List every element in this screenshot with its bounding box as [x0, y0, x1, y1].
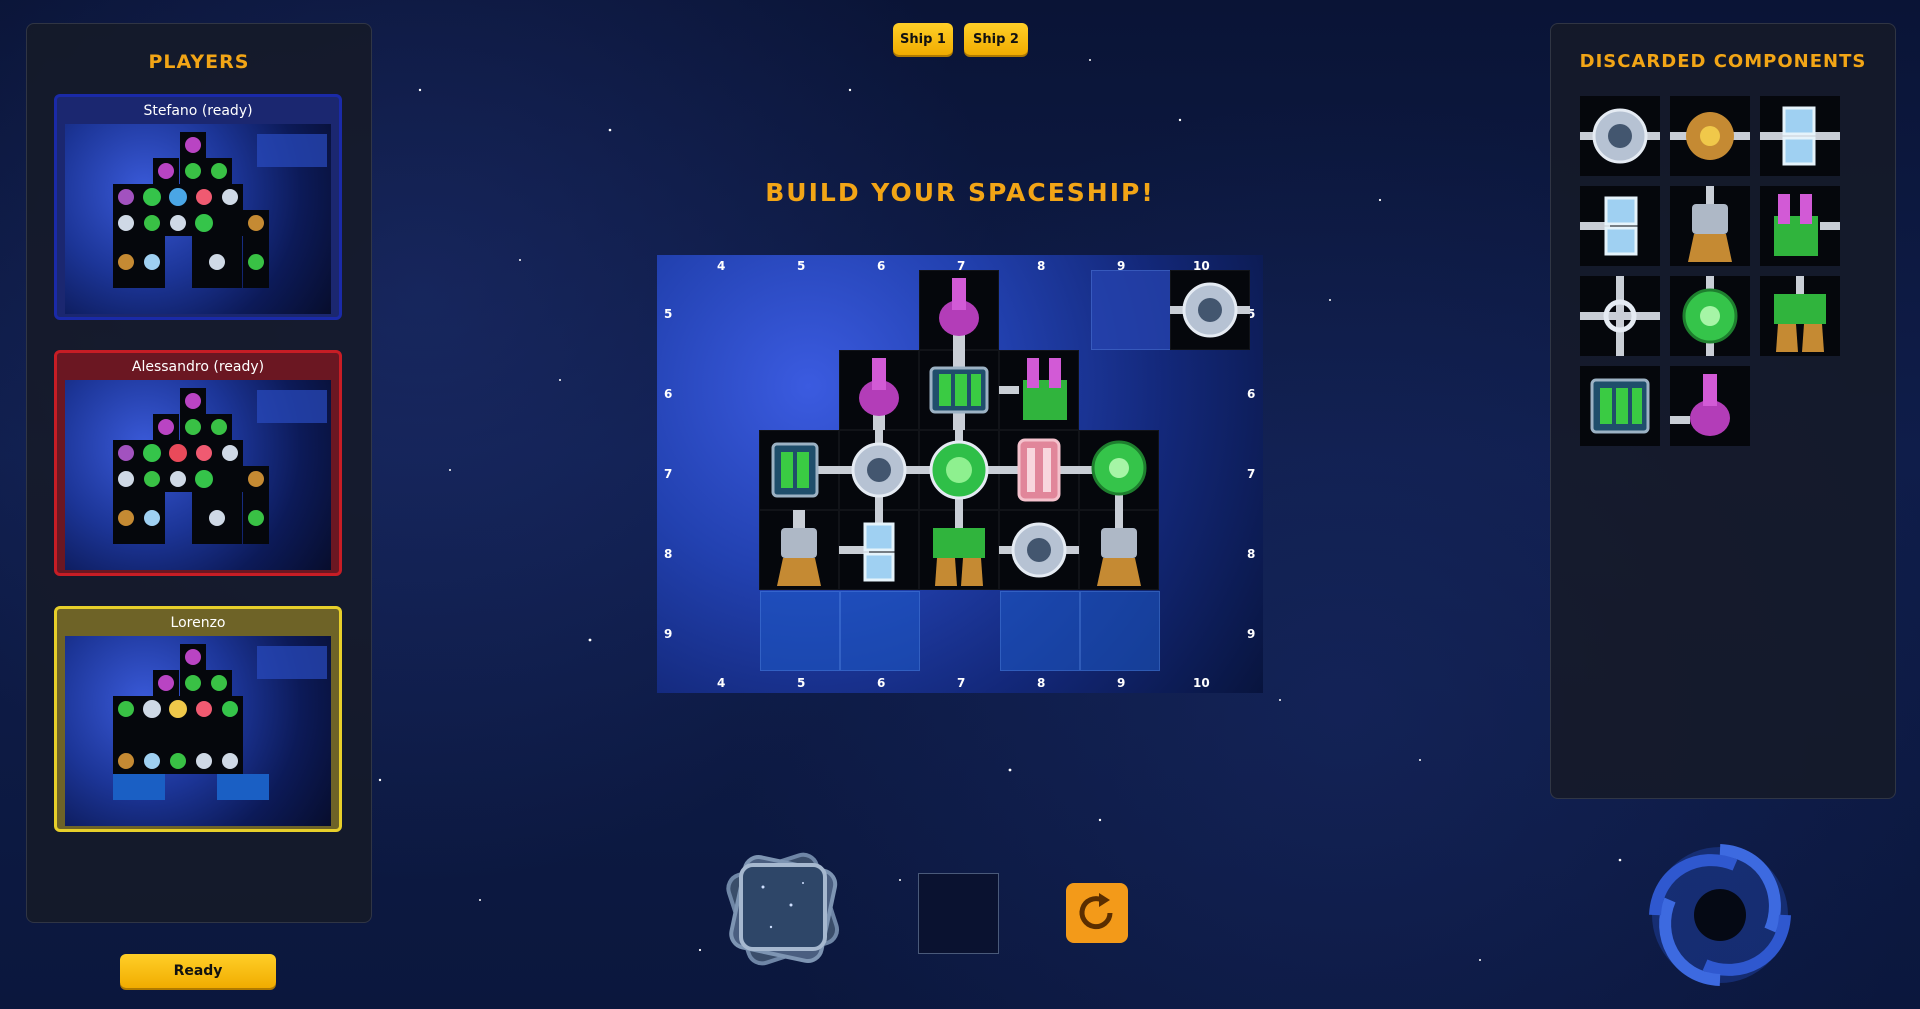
engine-tile[interactable]	[1079, 510, 1159, 590]
tab-ship-2[interactable]: Ship 2	[964, 23, 1028, 55]
shield-tile[interactable]	[999, 430, 1079, 510]
discarded-cannon-tile[interactable]	[1760, 186, 1840, 266]
empty-slot[interactable]	[1000, 591, 1080, 671]
discarded-pipe-connector-tile[interactable]	[1580, 276, 1660, 356]
column-label: 5	[797, 259, 806, 273]
held-component-slot[interactable]	[918, 873, 999, 954]
column-label: 8	[1037, 676, 1046, 690]
ready-button[interactable]: Ready	[120, 954, 276, 988]
column-label: 5	[797, 676, 806, 690]
discarded-cannon-tile[interactable]	[1670, 366, 1750, 446]
player-card-alessandro[interactable]: Alessandro (ready)	[54, 350, 342, 576]
column-label: 9	[1117, 676, 1126, 690]
discarded-engine-tile[interactable]	[1670, 186, 1750, 266]
player-card-lorenzo[interactable]: Lorenzo	[54, 606, 342, 832]
player-name: Stefano (ready)	[143, 103, 253, 119]
column-label: 6	[877, 259, 886, 273]
row-label: 8	[1247, 547, 1256, 561]
reserved-cabin-tile[interactable]	[1170, 270, 1250, 350]
column-label: 10	[1193, 676, 1210, 690]
rotate-button[interactable]	[1066, 883, 1128, 943]
engine-tile[interactable]	[759, 510, 839, 590]
empty-slot[interactable]	[840, 591, 920, 671]
central-cabin-tile[interactable]	[919, 430, 999, 510]
discarded-battery-tile[interactable]	[1580, 366, 1660, 446]
discarded-battery-tile[interactable]	[1670, 96, 1750, 176]
discarded-title: Discarded Components	[1579, 51, 1867, 72]
card-deck-icon[interactable]	[713, 845, 853, 975]
cannon-tile[interactable]	[839, 350, 919, 430]
cabin-tile[interactable]	[999, 510, 1079, 590]
row-label: 8	[664, 547, 673, 561]
row-label: 9	[1247, 627, 1256, 641]
alien-cabin-tile[interactable]	[1079, 430, 1159, 510]
rotate-icon	[1079, 893, 1113, 930]
discarded-engine-tile[interactable]	[1760, 276, 1840, 356]
player-ship-preview	[65, 636, 331, 826]
player-card-stefano[interactable]: Stefano (ready)	[54, 94, 342, 320]
column-label: 6	[877, 676, 886, 690]
discarded-storage-tile[interactable]	[1760, 96, 1840, 176]
double-cannon-tile[interactable]	[999, 350, 1079, 430]
players-title: Players	[148, 51, 250, 73]
page-title: BUILD YOUR SPACESHIP!	[765, 178, 1155, 207]
row-label: 6	[664, 387, 673, 401]
column-label: 8	[1037, 259, 1046, 273]
row-label: 5	[664, 307, 673, 321]
empty-slot[interactable]	[1080, 591, 1160, 671]
player-name: Lorenzo	[170, 615, 226, 631]
players-panel: Players Stefano (ready)	[26, 23, 372, 923]
storage-tile[interactable]	[839, 510, 919, 590]
row-label: 9	[664, 627, 673, 641]
discarded-storage-tile[interactable]	[1580, 186, 1660, 266]
row-label: 6	[1247, 387, 1256, 401]
column-label: 4	[717, 259, 726, 273]
cannon-tile[interactable]	[919, 270, 999, 350]
column-label: 7	[957, 676, 966, 690]
row-label: 7	[664, 467, 673, 481]
reserved-slot[interactable]	[1091, 270, 1171, 350]
cabin-tile[interactable]	[839, 430, 919, 510]
row-label: 7	[1247, 467, 1256, 481]
discarded-alien-cabin-tile[interactable]	[1670, 276, 1750, 356]
tab-ship-1[interactable]: Ship 1	[893, 23, 953, 55]
battery-tile[interactable]	[759, 430, 839, 510]
black-hole-icon[interactable]	[1645, 840, 1795, 990]
player-ship-preview	[65, 380, 331, 570]
player-name: Alessandro (ready)	[131, 359, 265, 375]
discarded-components-panel: Discarded Components	[1550, 23, 1896, 799]
engine-battery-tile[interactable]	[919, 510, 999, 590]
ship-board: 4 5 6 7 8 9 10 4 5 6 7 8 9 10 5 6 7 8 9 …	[657, 255, 1263, 693]
column-label: 4	[717, 676, 726, 690]
player-ship-preview	[65, 124, 331, 314]
battery-tile[interactable]	[919, 350, 999, 430]
empty-slot[interactable]	[760, 591, 840, 671]
discarded-cabin-tile[interactable]	[1580, 96, 1660, 176]
